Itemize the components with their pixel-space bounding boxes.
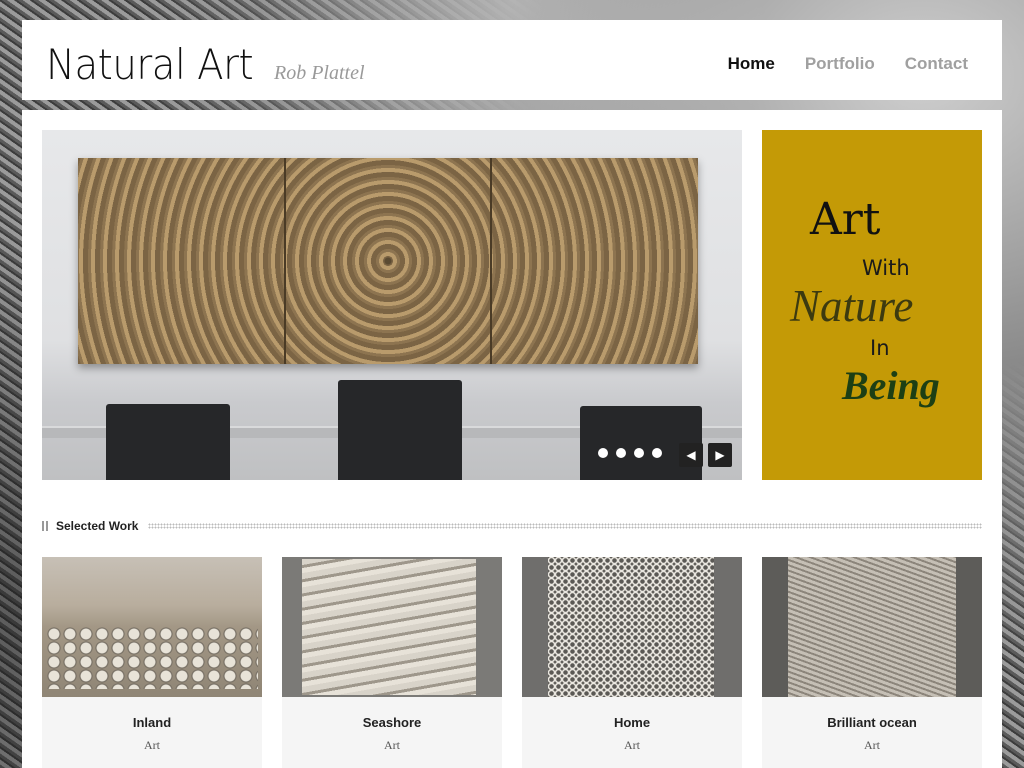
quote-line-nature: Nature <box>790 281 914 331</box>
section-divider <box>148 523 982 529</box>
section-heading: Selected Work <box>42 518 982 534</box>
slider-dot-1[interactable] <box>598 448 608 458</box>
work-category: Art <box>864 738 880 752</box>
quote-line-with: With <box>862 256 910 280</box>
work-title[interactable]: Home <box>522 715 742 730</box>
work-title[interactable]: Inland <box>42 715 262 730</box>
slider-dot-4[interactable] <box>652 448 662 458</box>
main-nav: Home Portfolio Contact <box>728 54 968 74</box>
quote-panel: Art With Nature In Being <box>762 130 982 480</box>
chevron-left-icon: ◀ <box>686 448 696 462</box>
quote-line-art: Art <box>810 194 881 245</box>
work-card-inland[interactable]: Inland Art <box>42 557 262 768</box>
work-thumbnail[interactable] <box>42 557 262 697</box>
quote-line-in: In <box>870 336 890 360</box>
quote-line-being: Being <box>842 363 940 408</box>
work-card-home[interactable]: Home Art <box>522 557 742 768</box>
section-marker-icon <box>42 521 48 531</box>
site-tagline: Rob Plattel <box>274 62 365 84</box>
slider-dot-2[interactable] <box>616 448 626 458</box>
work-title[interactable]: Brilliant ocean <box>762 715 982 730</box>
site-logo[interactable]: Natural Art <box>46 40 254 89</box>
work-card-seashore[interactable]: Seashore Art <box>282 557 502 768</box>
slide-chair <box>338 380 462 480</box>
slide-chair <box>106 404 230 480</box>
work-category: Art <box>624 738 640 752</box>
work-thumbnail[interactable] <box>282 557 502 697</box>
work-card-brilliant-ocean[interactable]: Brilliant ocean Art <box>762 557 982 768</box>
slider-pagination <box>598 448 662 458</box>
work-thumbnail[interactable] <box>762 557 982 697</box>
nav-home[interactable]: Home <box>728 54 775 74</box>
work-category: Art <box>384 738 400 752</box>
chevron-right-icon: ▶ <box>715 448 725 462</box>
image-slider[interactable]: ◀ ▶ <box>42 130 742 480</box>
nav-portfolio[interactable]: Portfolio <box>805 54 875 74</box>
slider-dot-3[interactable] <box>634 448 644 458</box>
artwork-seam <box>490 158 492 364</box>
nav-contact[interactable]: Contact <box>905 54 968 74</box>
slide-image <box>78 158 698 364</box>
site-header: Natural Art Rob Plattel Home Portfolio C… <box>22 20 1002 100</box>
work-category: Art <box>144 738 160 752</box>
section-title: Selected Work <box>56 519 139 533</box>
artwork-seam <box>284 158 286 364</box>
main-content: ◀ ▶ Art With Nature In Being Selected Wo… <box>22 110 1002 768</box>
work-grid: Inland Art Seashore Art Home Art Brillia… <box>42 557 982 768</box>
work-title[interactable]: Seashore <box>282 715 502 730</box>
slider-prev-button[interactable]: ◀ <box>679 443 703 467</box>
slider-next-button[interactable]: ▶ <box>708 443 732 467</box>
work-thumbnail[interactable] <box>522 557 742 697</box>
